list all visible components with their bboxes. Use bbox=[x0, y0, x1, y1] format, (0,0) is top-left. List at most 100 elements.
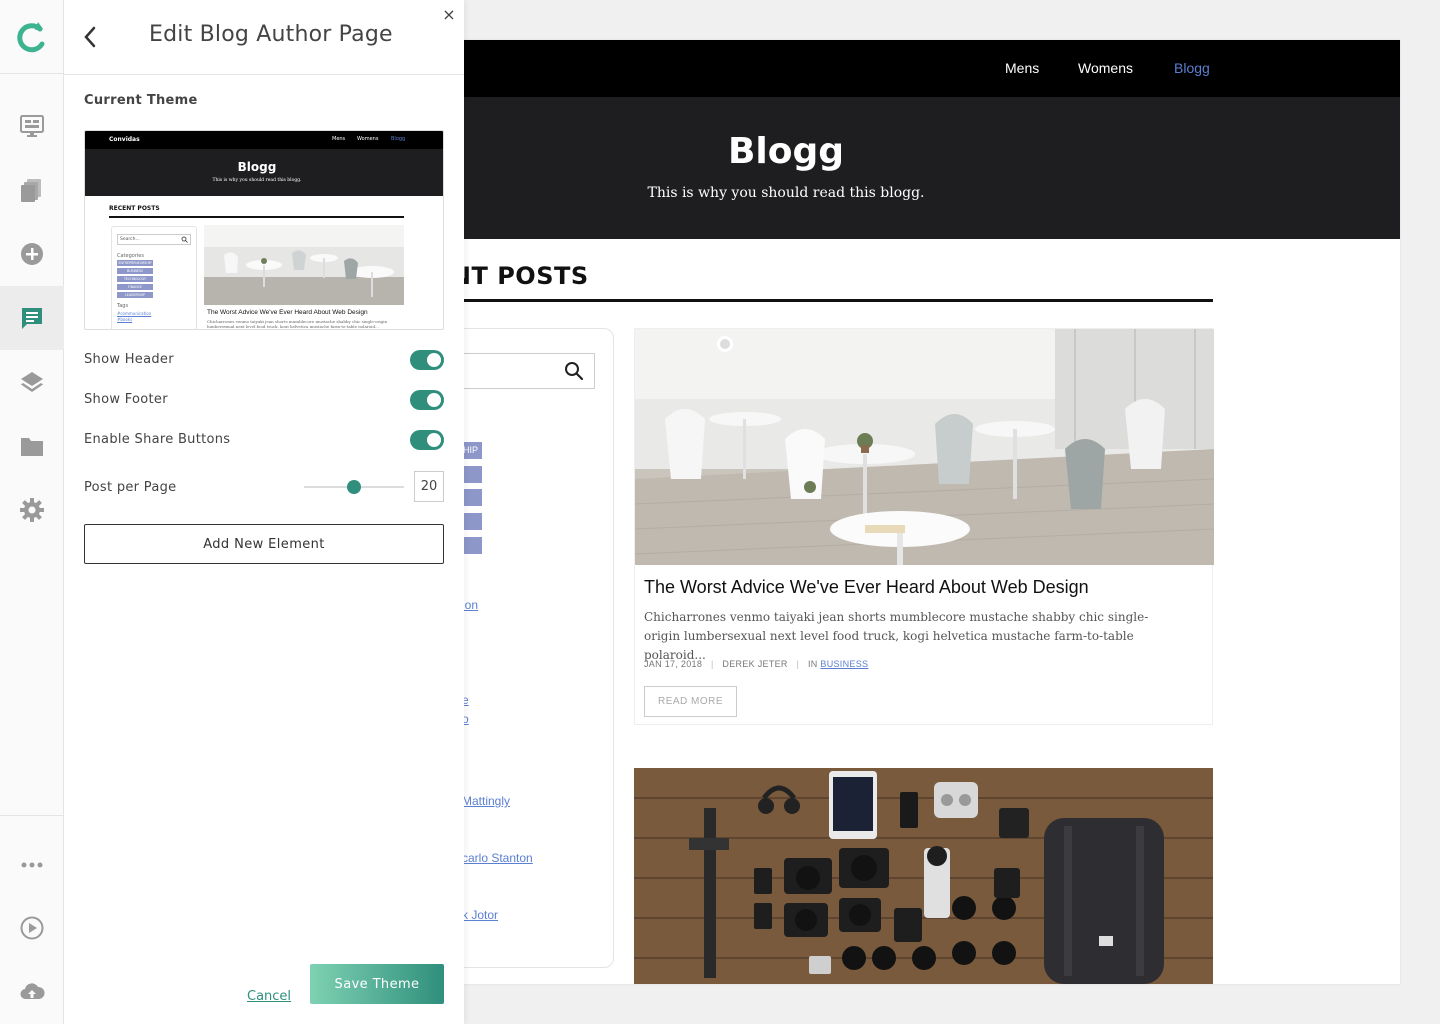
thumb-search-icon bbox=[181, 236, 188, 243]
thumb-nav-item: Womens bbox=[357, 136, 379, 142]
thumb-section-title: RECENT POSTS bbox=[109, 205, 160, 212]
thumb-post-image bbox=[204, 225, 404, 305]
rail-item-add[interactable] bbox=[0, 222, 64, 286]
rail-item-play[interactable] bbox=[0, 896, 64, 960]
monitor-icon bbox=[20, 115, 44, 137]
sidebar-tag-link[interactable]: ion bbox=[464, 598, 478, 612]
add-new-element-button[interactable]: Add New Element bbox=[84, 524, 444, 564]
preview-hero: Blogg This is why you should read this b… bbox=[464, 97, 1400, 239]
blog-subtitle: This is why you should read this blogg. bbox=[647, 185, 925, 201]
current-theme-label: Current Theme bbox=[84, 93, 198, 108]
thumb-category: TECHNOLOGY bbox=[117, 276, 153, 282]
show-header-label: Show Header bbox=[84, 352, 174, 367]
sidebar-author-link[interactable]: carlo Stanton bbox=[464, 851, 533, 865]
layers-icon bbox=[21, 372, 43, 392]
thumb-hero: Blogg This is why you should read this b… bbox=[85, 149, 443, 196]
rail-item-folder[interactable] bbox=[0, 414, 64, 478]
sidebar-category[interactable] bbox=[464, 513, 482, 530]
nav-link-blogg[interactable]: Blogg bbox=[1174, 60, 1210, 76]
thumb-category: FINANCE bbox=[117, 284, 153, 290]
posts-per-page-input[interactable]: 20 bbox=[414, 471, 444, 502]
cloud-upload-icon bbox=[20, 983, 45, 1000]
edit-panel: Edit Blog Author Page × Current Theme Co… bbox=[64, 0, 464, 1024]
show-footer-label: Show Footer bbox=[84, 392, 168, 407]
folder-icon bbox=[21, 438, 43, 456]
search-icon[interactable] bbox=[564, 361, 584, 381]
sidebar-tag-link[interactable]: e bbox=[464, 693, 469, 707]
thumb-rule bbox=[109, 216, 404, 218]
show-header-toggle[interactable] bbox=[410, 350, 444, 370]
panel-header: Edit Blog Author Page × bbox=[64, 0, 464, 75]
post-title[interactable]: The Worst Advice We've Ever Heard About … bbox=[644, 577, 1089, 598]
cancel-link[interactable]: Cancel bbox=[247, 989, 291, 1004]
post-image[interactable] bbox=[635, 329, 1214, 565]
thumb-nav-item: Mens bbox=[332, 136, 346, 142]
thumb-subtitle: This is why you should read this blogg. bbox=[212, 178, 302, 183]
sidebar-category[interactable] bbox=[464, 537, 482, 554]
app-logo[interactable] bbox=[0, 0, 64, 74]
rail-item-more[interactable] bbox=[0, 833, 64, 897]
sidebar-category[interactable] bbox=[464, 489, 482, 506]
recent-posts-heading: RECENT POSTS bbox=[464, 262, 589, 290]
show-footer-toggle[interactable] bbox=[410, 390, 444, 410]
rail-item-upload[interactable] bbox=[0, 960, 64, 1024]
blog-icon bbox=[22, 308, 42, 329]
back-button[interactable] bbox=[78, 22, 102, 52]
thumb-post-excerpt: Chicharrones venmo taiyaki jean shorts m… bbox=[207, 319, 388, 328]
thumb-category: ENTREPRENEURSHIP bbox=[117, 260, 153, 266]
sidebar-author-link[interactable]: Mattingly bbox=[464, 794, 510, 808]
nav-link-womens[interactable]: Womens bbox=[1078, 60, 1133, 76]
post-category-link[interactable]: BUSINESS bbox=[820, 659, 868, 669]
rail-item-preview[interactable] bbox=[0, 94, 64, 158]
thumb-sidebar: Search... Categories ENTREPRENEURSHIP BU… bbox=[111, 226, 197, 329]
post-in-label: IN bbox=[807, 659, 818, 669]
thumb-categories-label: Categories bbox=[117, 253, 144, 259]
save-theme-button[interactable]: Save Theme bbox=[310, 964, 444, 1004]
share-buttons-toggle[interactable] bbox=[410, 430, 444, 450]
theme-thumbnail[interactable]: Convidas Mens Womens Blogg Blogg This is… bbox=[84, 130, 444, 330]
settings-icon bbox=[20, 498, 44, 522]
thumb-search: Search... bbox=[117, 234, 191, 245]
blog-title: Blogg bbox=[727, 131, 845, 172]
post-author: DEREK JETER bbox=[722, 659, 788, 669]
rail-divider bbox=[0, 815, 64, 816]
logo-icon bbox=[17, 21, 45, 52]
thumb-nav-item: Blogg bbox=[391, 136, 406, 142]
add-icon bbox=[21, 243, 43, 265]
post-card: The Worst Advice We've Ever Heard About … bbox=[634, 328, 1214, 725]
rail-item-blog[interactable] bbox=[0, 286, 64, 350]
thumb-tag: #communication bbox=[117, 311, 152, 316]
share-buttons-label: Enable Share Buttons bbox=[84, 432, 231, 447]
thumb-category: LEADERSHIP bbox=[117, 292, 153, 298]
thumb-category: BUSINESS bbox=[117, 268, 153, 274]
posts-per-page-slider-handle[interactable] bbox=[347, 480, 361, 494]
thumb-brand: Convidas bbox=[109, 136, 140, 143]
play-icon bbox=[20, 916, 44, 940]
panel-title: Edit Blog Author Page bbox=[149, 22, 393, 47]
post-card-image[interactable] bbox=[634, 768, 1213, 984]
rail-item-settings[interactable] bbox=[0, 478, 64, 542]
blog-sidebar bbox=[464, 328, 614, 968]
recent-posts-heading-text: POSTS bbox=[497, 262, 589, 290]
sidebar-author-link[interactable]: k Jotor bbox=[464, 908, 498, 922]
rail-item-layers[interactable] bbox=[0, 350, 64, 414]
sidebar-tag-link[interactable]: o bbox=[464, 712, 469, 726]
more-icon bbox=[21, 862, 43, 868]
close-icon[interactable]: × bbox=[440, 6, 458, 24]
thumb-title: Blogg bbox=[237, 160, 277, 174]
heading-rule bbox=[464, 299, 1213, 302]
side-rail bbox=[0, 0, 64, 1024]
thumb-body: RECENT POSTS Search... Categories ENTREP… bbox=[85, 196, 443, 329]
nav-link-mens[interactable]: Mens bbox=[1005, 60, 1039, 76]
read-more-button[interactable]: READ MORE bbox=[644, 686, 737, 717]
rail-item-pages[interactable] bbox=[0, 158, 64, 222]
post-date: JAN 17, 2018 bbox=[644, 659, 703, 669]
sidebar-category[interactable]: HIP bbox=[464, 442, 482, 459]
posts-per-page-label: Post per Page bbox=[84, 480, 177, 495]
preview-nav: Mens Womens Blogg bbox=[464, 40, 1400, 97]
thumb-tag: #books bbox=[117, 317, 133, 322]
chevron-left-icon bbox=[84, 26, 96, 48]
sidebar-category[interactable] bbox=[464, 466, 482, 483]
meta-separator: | bbox=[710, 659, 714, 669]
thumb-nav: Convidas Mens Womens Blogg bbox=[85, 131, 443, 149]
